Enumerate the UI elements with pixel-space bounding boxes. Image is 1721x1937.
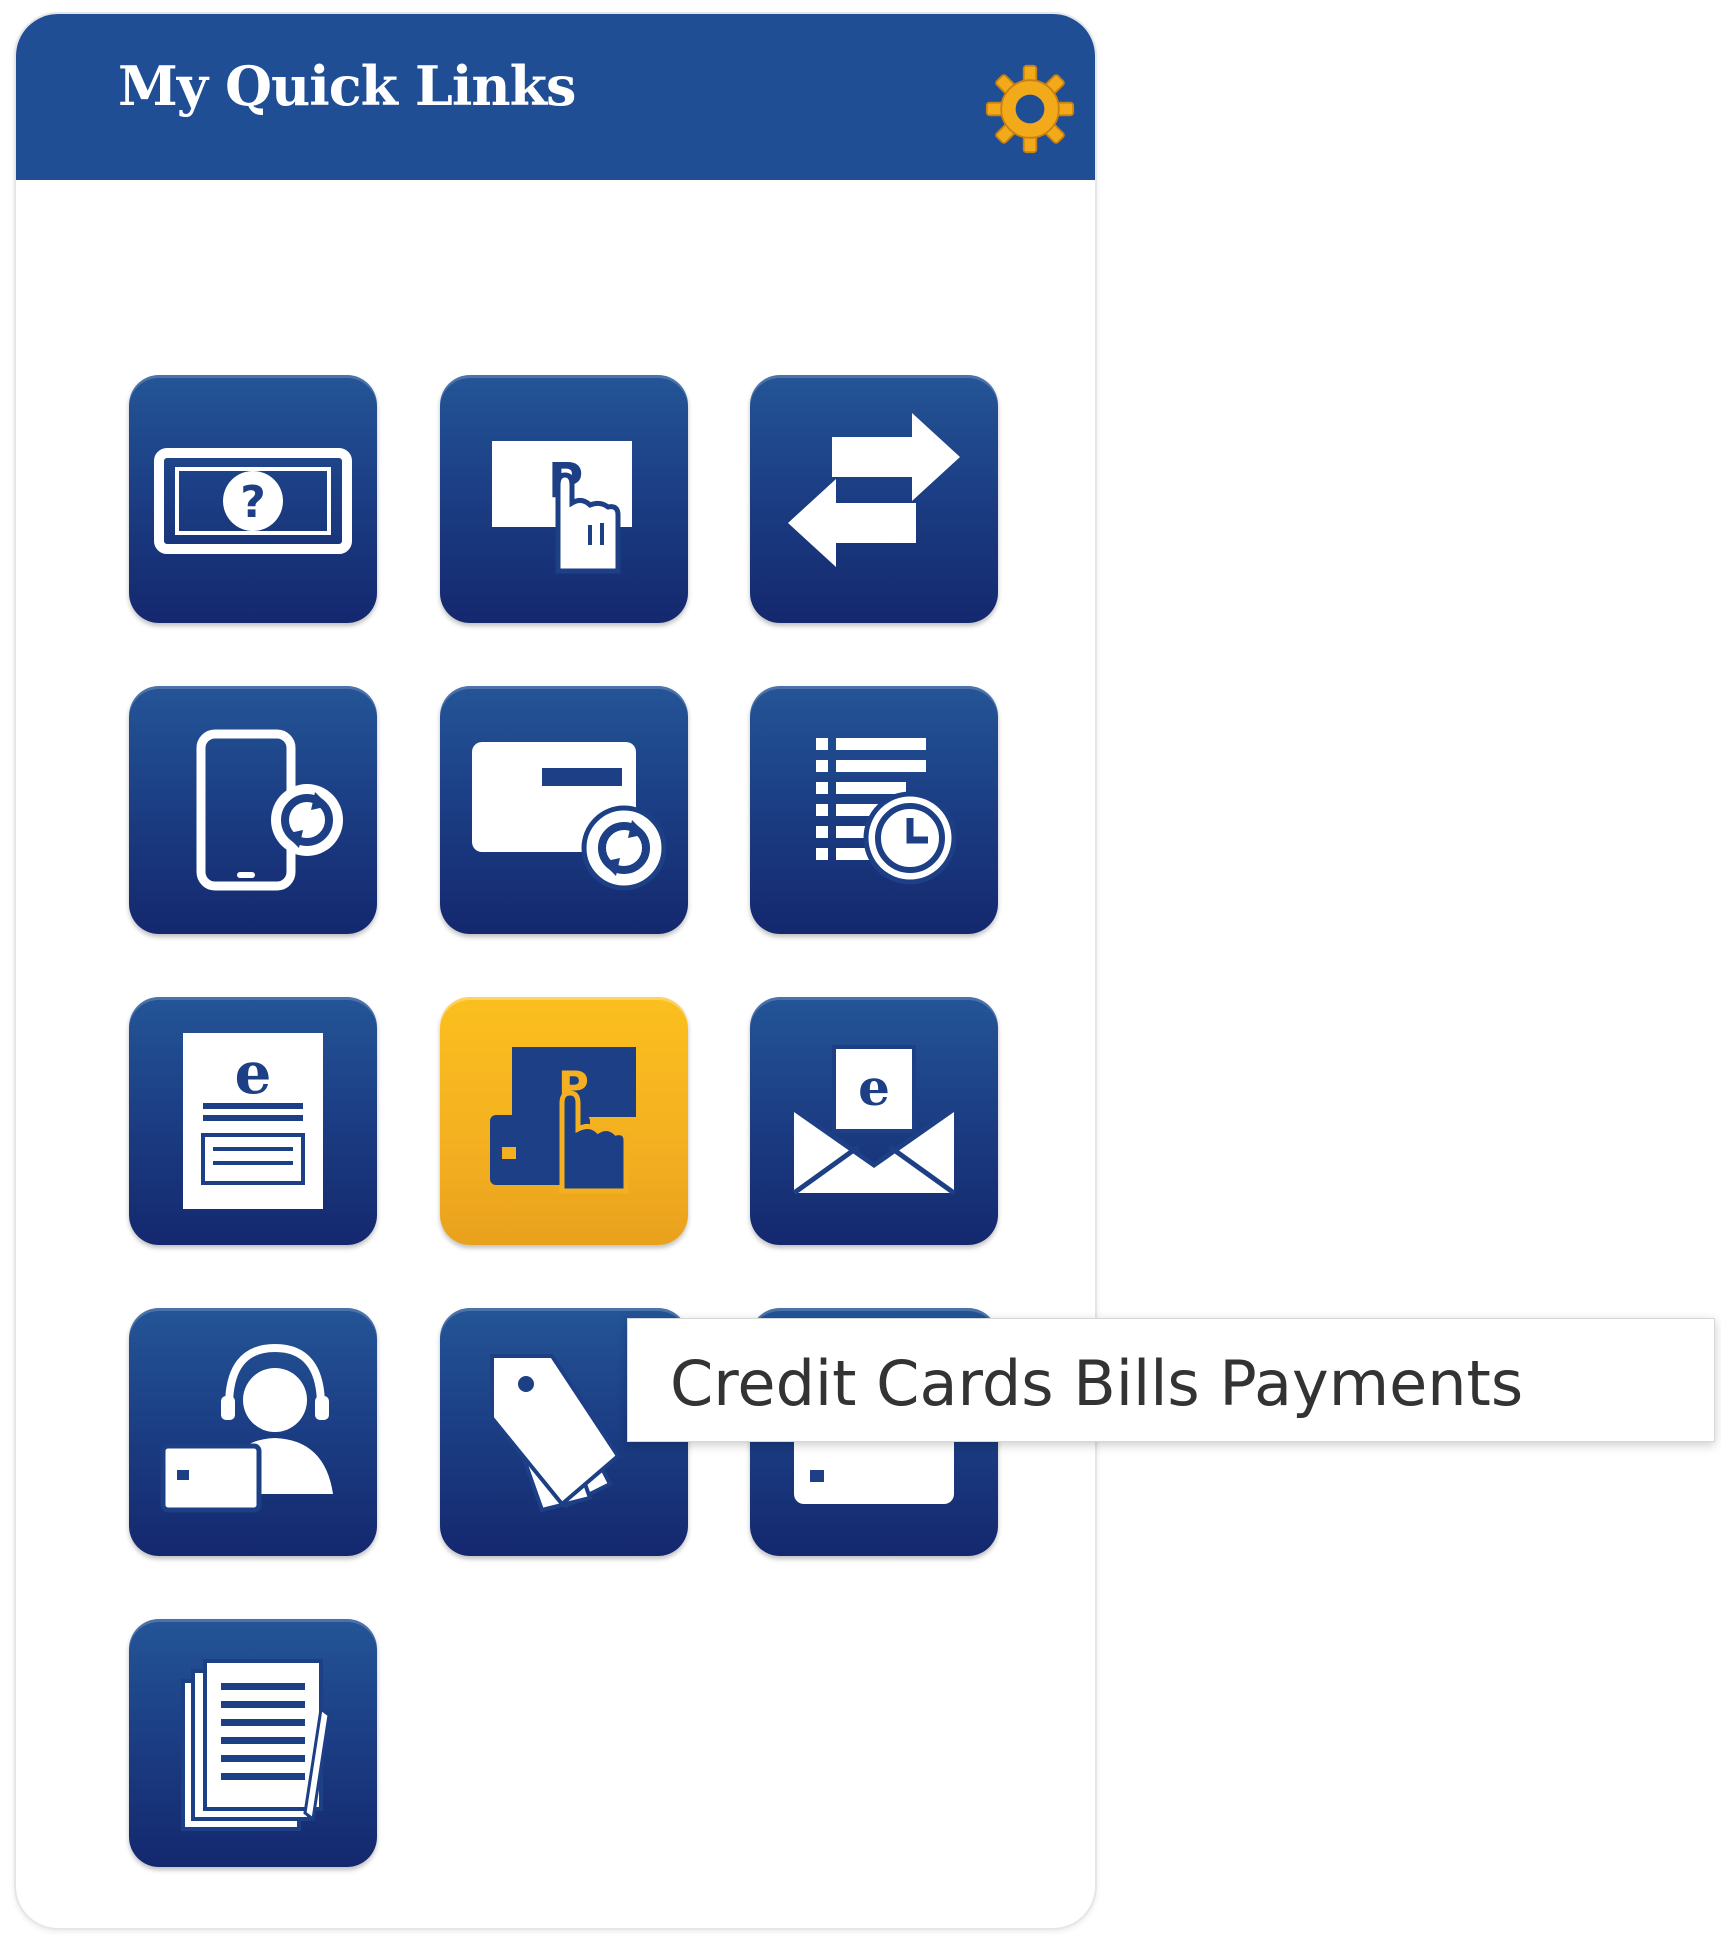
transfer-arrows-icon <box>788 413 960 567</box>
quick-links-panel: My Quick Links ? e P e <box>14 12 1097 1930</box>
quick-link-tile[interactable]: P <box>440 375 688 623</box>
quick-link-tile[interactable] <box>750 686 998 934</box>
quick-link-tile[interactable] <box>750 375 998 623</box>
quick-link-tile[interactable] <box>129 686 377 934</box>
tooltip-text: Credit Cards Bills Payments <box>670 1347 1524 1420</box>
quick-link-tile[interactable] <box>129 1619 377 1867</box>
scheduled-list-icon <box>816 738 957 885</box>
touch-payment-icon: P <box>492 441 632 574</box>
e-statement-icon: e <box>183 1033 323 1209</box>
e-mail-icon: e <box>792 1045 956 1196</box>
svg-text:e: e <box>235 1039 272 1107</box>
panel-header: My Quick Links <box>16 14 1095 180</box>
quick-link-tile[interactable] <box>129 1308 377 1556</box>
gear-icon[interactable] <box>985 64 1075 154</box>
mobile-refresh-icon <box>196 729 343 891</box>
money-question-icon: ? <box>154 448 352 554</box>
quick-link-tile[interactable] <box>440 686 688 934</box>
quick-link-tile[interactable]: e <box>129 997 377 1245</box>
card-refresh-icon <box>472 742 667 891</box>
quick-link-tile[interactable]: e <box>750 997 998 1245</box>
svg-text:?: ? <box>240 477 266 528</box>
documents-icon <box>181 1659 331 1831</box>
quick-link-tile-active[interactable]: P <box>440 997 688 1245</box>
credit-card-payment-icon: P <box>490 1047 636 1194</box>
svg-text:e: e <box>858 1058 890 1117</box>
customer-support-icon <box>160 1343 333 1513</box>
quick-link-tile[interactable]: ? <box>129 375 377 623</box>
tooltip: Credit Cards Bills Payments <box>627 1318 1715 1442</box>
panel-title: My Quick Links <box>118 54 576 118</box>
